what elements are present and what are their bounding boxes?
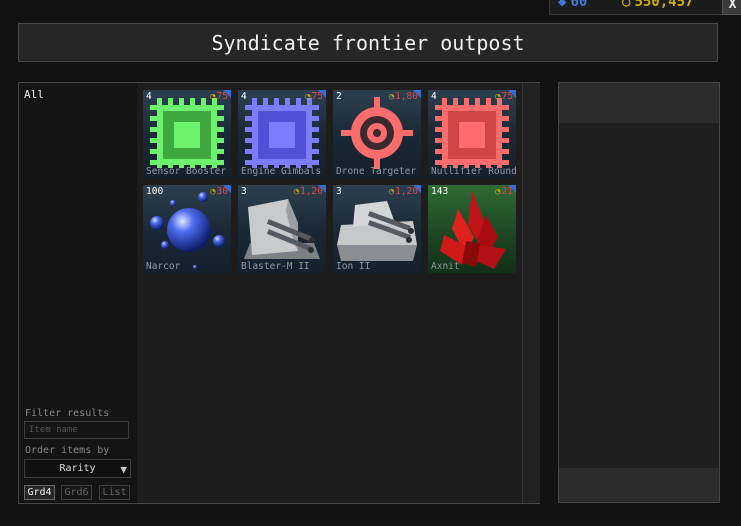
item-card[interactable]: 2 ◔ 1,80 Drone Targeter [333,90,421,178]
item-name: Engine Gimbals [241,166,322,177]
item-qty: 3 [241,186,247,197]
item-price: ◔ 1,80 [389,91,418,102]
order-select[interactable]: Rarity ▼ [24,459,131,478]
coin-icon: ◔ [388,186,395,197]
chip-red-icon [435,98,509,168]
coin-icon: ◔ [495,91,501,102]
item-qty: 2 [336,91,342,102]
filter-label: Filter results [25,408,110,419]
page-title: Syndicate frontier outpost [18,23,718,62]
item-price: ◔ 75 [305,91,323,102]
view-grd4-button[interactable]: Grd4 [24,485,55,500]
item-price: ◔ 21 [495,186,513,197]
coin-icon: ◔ [388,91,395,102]
close-button[interactable]: X [722,0,741,15]
diamond-icon: ◆ [558,0,567,10]
item-price: ◔ 1,20 [389,186,418,197]
crosshair-icon [341,97,413,169]
details-footer [559,468,719,502]
item-qty: 4 [431,91,437,102]
item-name: Nullifier Round [431,166,516,177]
item-card[interactable]: 3 ◔ 1,20 Ion II [333,185,421,273]
item-price-value: 30 [216,186,228,197]
item-name: Sensor Booster [146,166,227,177]
chevron-down-icon: ▼ [120,463,127,476]
details-header [559,83,719,123]
shop-panel: All Filter results Order items by Rarity… [18,82,540,504]
item-name: Blaster-M II [241,261,310,272]
chip-green-icon [150,98,224,168]
item-grid: 4 ◔ 75 Sensor Booster 4 ◔ 75 Engine Gimbal… [137,83,521,503]
item-name: Narcor [146,261,181,272]
item-price-value: 75 [311,91,323,102]
credit-display: ◆ 60 [558,0,587,10]
coin-icon: ◔ [495,186,501,197]
blue-orbs-icon [150,192,225,269]
chip-blue-icon [245,98,319,168]
item-price-value: 1,20 [395,186,418,197]
item-qty: 4 [146,91,152,102]
filter-input[interactable] [24,421,129,439]
coin-display: ○ 550,457 [622,0,693,10]
currency-bar: ◆ 60 ○ 550,457 [549,0,723,15]
item-qty: 143 [431,186,449,197]
item-name: Axnit [431,261,460,272]
order-label: Order items by [25,445,110,456]
item-price-value: 1,20 [300,186,323,197]
item-price: ◔ 30 [210,186,228,197]
item-name: Ion II [336,261,371,272]
category-sidebar: All Filter results Order items by Rarity… [19,83,138,503]
item-card[interactable]: 4 ◔ 75 Nullifier Round [428,90,516,178]
view-list-button[interactable]: List [99,485,130,500]
grid-scrollbar[interactable] [522,83,540,503]
item-price-value: 75 [501,91,513,102]
details-panel [558,82,720,503]
item-qty: 4 [241,91,247,102]
item-card[interactable]: 3 ◔ 1,20 Blaster-M II [238,185,326,273]
item-price-value: 1,80 [395,91,418,102]
coin-icon: ◔ [305,91,311,102]
item-price-value: 75 [216,91,228,102]
item-price: ◔ 75 [495,91,513,102]
item-price: ◔ 75 [210,91,228,102]
coin-icon: ○ [622,0,631,10]
item-card[interactable]: 4 ◔ 75 Sensor Booster [143,90,231,178]
coin-icon: ◔ [293,186,300,197]
currency-b-value: 550,457 [634,0,694,10]
view-grd6-button[interactable]: Grd6 [61,485,92,500]
item-card[interactable]: 100 ◔ 30 Narcor [143,185,231,273]
item-card[interactable]: 143 ◔ 21 Axnit [428,185,516,273]
coin-icon: ◔ [210,91,216,102]
coin-icon: ◔ [210,186,216,197]
red-crystal-icon [440,191,506,269]
item-qty: 3 [336,186,342,197]
turret-icon [337,201,417,261]
item-card[interactable]: 4 ◔ 75 Engine Gimbals [238,90,326,178]
item-price-value: 21 [501,186,513,197]
item-name: Drone Targeter [336,166,417,177]
item-price: ◔ 1,20 [294,186,323,197]
category-item-all[interactable]: All [24,88,44,101]
order-select-value: Rarity [59,463,96,474]
turret-icon [244,199,320,259]
item-qty: 100 [146,186,164,197]
currency-a-value: 60 [570,0,588,10]
